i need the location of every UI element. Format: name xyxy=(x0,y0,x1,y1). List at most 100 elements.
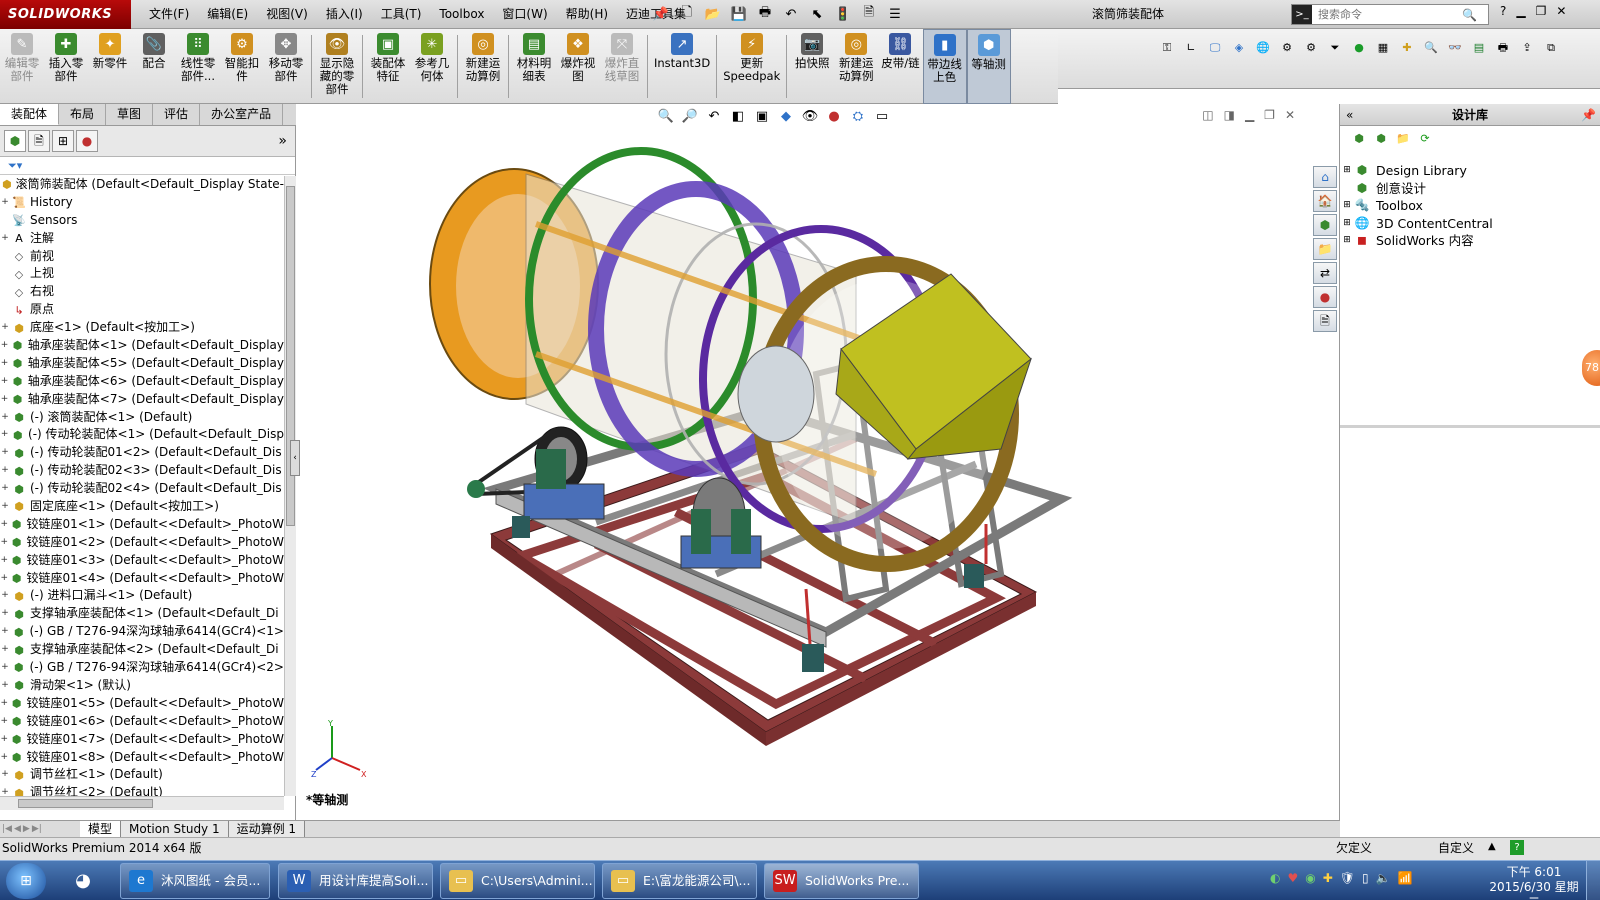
expand-icon[interactable]: + xyxy=(0,337,9,355)
configuration-manager-tab-icon[interactable]: ⊞ xyxy=(52,130,74,152)
funnel-icon[interactable]: ⏷ xyxy=(1326,39,1344,57)
expand-icon[interactable]: + xyxy=(0,587,10,605)
binoculars-icon[interactable]: 👓 xyxy=(1446,39,1464,57)
expand-icon[interactable]: + xyxy=(0,784,10,796)
expand-icon[interactable]: + xyxy=(0,570,9,588)
insert-component-button[interactable]: ✚ 插入零 部件 xyxy=(44,29,88,104)
taskbar-item-word[interactable]: W 用设计库提高Soli... xyxy=(278,863,433,899)
tree-item[interactable]: 📡 Sensors xyxy=(0,212,284,230)
globe-icon[interactable]: 🌐 xyxy=(1254,39,1272,57)
bom-button[interactable]: ▤ 材料明 细表 xyxy=(512,29,556,104)
tab-assembly[interactable]: 装配体 xyxy=(0,104,60,125)
expand-icon[interactable]: + xyxy=(0,319,10,337)
3d-icon[interactable]: ◈ xyxy=(1230,39,1248,57)
prev-tab-icon[interactable]: ◀ xyxy=(14,824,21,834)
search-input[interactable] xyxy=(1312,8,1462,21)
app-tray-icon[interactable]: ◉ xyxy=(1305,871,1315,885)
library-item-toolbox[interactable]: ⊞ 🔩 Toolbox xyxy=(1340,197,1600,215)
solidworks-resources-icon[interactable]: ⌂ xyxy=(1313,166,1337,188)
reference-geometry-button[interactable]: ✳ 参考几 何体 xyxy=(410,29,454,104)
menu-window[interactable]: 窗口(W) xyxy=(493,0,556,29)
taskbar-item-explorer-2[interactable]: ▭ E:\富龙能源公司\... xyxy=(602,863,757,899)
key-icon[interactable]: ⚿ xyxy=(1158,39,1176,57)
tree-item[interactable]: ◇ 上视 xyxy=(0,265,284,283)
library-item-design-library[interactable]: ⊞ ⬢ Design Library xyxy=(1340,162,1600,180)
expand-icon[interactable]: + xyxy=(0,623,10,641)
network-icon[interactable]: ◐ xyxy=(1270,871,1280,885)
assembly-features-button[interactable]: ▣ 装配体 特征 xyxy=(366,29,410,104)
expand-icon[interactable]: + xyxy=(0,605,10,623)
tree-item[interactable]: + ⬢ 支撑轴承座装配体<1> (Default<Default_Di xyxy=(0,605,284,623)
tree-item[interactable]: + ⬢ 铰链座01<8> (Default<<Default>_PhotoW xyxy=(0,749,284,767)
chart-icon[interactable]: ▦ xyxy=(1374,39,1392,57)
export-icon[interactable]: ⇪ xyxy=(1518,39,1536,57)
expand-icon[interactable]: ⊞ xyxy=(1340,197,1354,215)
expand-icon[interactable]: + xyxy=(0,444,10,462)
last-tab-icon[interactable]: ▶| xyxy=(32,824,42,834)
settings-icon[interactable]: ⚙ xyxy=(1302,39,1320,57)
new-window-icon[interactable]: ⧉ xyxy=(1542,39,1560,57)
tree-vertical-scrollbar[interactable] xyxy=(284,176,296,796)
first-tab-icon[interactable]: |◀ xyxy=(2,824,12,834)
pinned-app-icon[interactable]: ◕ xyxy=(60,864,106,898)
expand-icon[interactable]: ⊞ xyxy=(1340,162,1354,180)
tree-item[interactable]: + ⬢ 固定底座<1> (Default<按加工>) xyxy=(0,498,284,516)
tree-item[interactable]: + ⬢ 滑动架<1> (默认) xyxy=(0,677,284,695)
search-icon[interactable]: 🔍 xyxy=(1462,8,1477,22)
tree-item[interactable]: + ⬢ 调节丝杠<1> (Default) xyxy=(0,766,284,784)
expand-icon[interactable]: + xyxy=(0,552,9,570)
show-hidden-button[interactable]: 👁 显示隐 藏的零 部件 xyxy=(315,29,359,104)
expand-icon[interactable]: + xyxy=(0,355,9,373)
menu-edit[interactable]: 编辑(E) xyxy=(198,0,257,29)
expand-icon[interactable]: + xyxy=(0,516,9,534)
tree-item[interactable]: + ⬢ 轴承座装配体<1> (Default<Default_Display xyxy=(0,337,284,355)
explode-line-sketch-button[interactable]: ⤧ 爆炸直 线草图 xyxy=(600,29,644,104)
tab-motion-study-cn[interactable]: 运动算例 1 xyxy=(228,821,306,837)
expand-icon[interactable]: + xyxy=(0,731,9,749)
move-component-button[interactable]: ✥ 移动零 部件 xyxy=(264,29,308,104)
display-manager-tab-icon[interactable]: ● xyxy=(76,130,98,152)
gear-icon[interactable]: ⚙ xyxy=(1278,39,1296,57)
zoom-icon[interactable]: 🔍 xyxy=(1422,39,1440,57)
tree-item[interactable]: ↳ 原点 xyxy=(0,301,284,319)
options-icon[interactable]: ☰ xyxy=(884,4,906,24)
search-results-icon[interactable]: ⇄ xyxy=(1313,262,1337,284)
start-button[interactable]: ⊞ xyxy=(6,863,46,899)
linear-pattern-button[interactable]: ⠿ 线性零 部件... xyxy=(176,29,220,104)
tree-root[interactable]: ⬢ 滚筒筛装配体 (Default<Default_Display State- xyxy=(0,176,284,194)
expand-icon[interactable]: + xyxy=(0,391,9,409)
tree-horizontal-scrollbar[interactable] xyxy=(0,796,284,810)
new-document-icon[interactable]: 🗋 xyxy=(676,4,698,24)
tree-item[interactable]: + ⬢ 轴承座装配体<7> (Default<Default_Display xyxy=(0,391,284,409)
expand-icon[interactable]: + xyxy=(0,713,9,731)
taskbar-item-browser[interactable]: e 沐风图纸 - 会员... xyxy=(120,863,270,899)
tree-item[interactable]: + ⬢ 支撑轴承座装配体<2> (Default<Default_Di xyxy=(0,641,284,659)
design-library-tab-icon[interactable]: ⬢ xyxy=(1313,214,1337,236)
menu-insert[interactable]: 插入(I) xyxy=(317,0,372,29)
security-icon[interactable]: ♥ xyxy=(1287,871,1298,885)
menu-tools[interactable]: 工具(T) xyxy=(372,0,431,29)
app-logo[interactable]: SOLIDWORKS xyxy=(0,0,131,29)
tree-item[interactable]: + ⬢ (-) 传动轮装配02<4> (Default<Default_Dis xyxy=(0,480,284,498)
print-preview-icon[interactable]: 🖶 xyxy=(1494,39,1512,57)
shaded-edges-button[interactable]: ▮ 带边线 上色 xyxy=(922,29,967,104)
monitor-icon[interactable]: 🖵 xyxy=(1206,39,1224,57)
help-icon[interactable]: ? xyxy=(1510,840,1524,855)
new-motion-study-button[interactable]: ◎ 新建运 动算例 xyxy=(461,29,505,104)
expand-icon[interactable]: + xyxy=(0,194,10,212)
graphics-area[interactable]: 🔍 🔎 ↶ ◧ ▣ ◆ 👁 ● ⛭ ▭ ◫ ◨ ▁ ❐ ✕ Y X Z *等轴测 xyxy=(296,104,1309,820)
show-desktop-button[interactable] xyxy=(1586,861,1600,900)
tree-item[interactable]: + ⬢ 铰链座01<5> (Default<<Default>_PhotoW xyxy=(0,695,284,713)
new-motion-study-button-2[interactable]: ◎ 新建运 动算例 xyxy=(834,29,878,104)
tree-item[interactable]: + ⬢ (-) 传动轮装配02<3> (Default<Default_Dis xyxy=(0,462,284,480)
excel-icon[interactable]: ▤ xyxy=(1470,39,1488,57)
minimize-icon[interactable]: ▁ xyxy=(1516,4,1525,18)
tree-item[interactable]: + ⬢ (-) GB / T276-94深沟球轴承6414(GCr4)<2> xyxy=(0,659,284,677)
file-explorer-icon[interactable]: 📁 xyxy=(1313,238,1337,260)
tree-item[interactable]: + ⬢ 轴承座装配体<5> (Default<Default_Display xyxy=(0,355,284,373)
expand-icon[interactable]: + xyxy=(0,766,10,784)
device-icon[interactable]: ▯ xyxy=(1362,871,1369,885)
menu-help[interactable]: 帮助(H) xyxy=(557,0,617,29)
help-button[interactable]: ? xyxy=(1500,4,1506,18)
location-icon[interactable]: ● xyxy=(1350,39,1368,57)
